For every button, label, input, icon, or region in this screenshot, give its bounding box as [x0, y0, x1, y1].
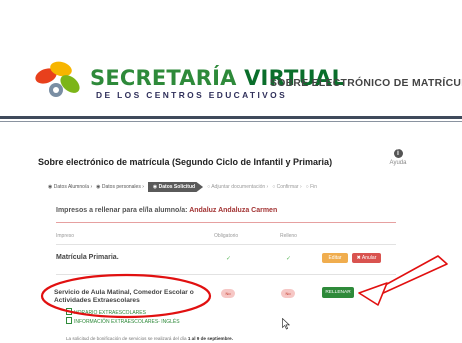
page-title: Sobre electrónico de matrícula (Segundo … — [38, 157, 333, 167]
footnote: La solicitud de bonificación de servicio… — [66, 336, 233, 341]
row-servicios-label: Servicio de Aula Matinal, Comedor Escola… — [54, 289, 194, 304]
step-label: Datos personales — [101, 184, 141, 190]
step-label: Confirmar — [276, 184, 299, 190]
step-datos-solicitud[interactable]: ◉ Datos Solicitud — [147, 182, 204, 192]
step-datos-personales[interactable]: ◉ Datos personales › — [96, 184, 144, 190]
column-header-relleno: Relleno — [280, 233, 297, 239]
header-title: SOBRE ELECTRÓNICO DE MATRÍCULA — [270, 78, 462, 89]
row-divider — [56, 274, 396, 275]
cancel-button[interactable]: ✖ Anular — [352, 253, 381, 263]
info-icon: i — [393, 149, 403, 158]
row-matricula-label: Matrícula Primaria. — [56, 254, 119, 261]
section-divider — [56, 222, 396, 223]
help-label: Ayuda — [389, 160, 407, 166]
relleno-no-badge: No — [281, 289, 295, 298]
column-header-impreso: Impreso — [56, 233, 75, 239]
footnote-dates: 1 al 9 de septiembre. — [187, 336, 234, 341]
wizard-steps: ◉ Datos Alumno/a › ◉ Datos personales › … — [48, 182, 321, 192]
document-links: HORARIO EXTRAESCOLARES INFORMACIÓN EXTRA… — [66, 308, 180, 326]
relleno-check-icon: ✓ — [286, 256, 292, 262]
doc-link-horario[interactable]: HORARIO EXTRAESCOLARES — [66, 308, 180, 317]
obligatorio-check-icon: ✓ — [226, 256, 232, 262]
student-prefix: Impresos a rellenar para el/la alumno/a: — [56, 207, 188, 214]
document-icon — [66, 317, 72, 324]
mouse-cursor-icon — [282, 318, 290, 330]
step-confirmar: ○ Confirmar › — [272, 184, 302, 190]
step-label: Fin — [310, 184, 318, 190]
footnote-text: La solicitud de bonificación de servicio… — [66, 336, 187, 341]
rellenar-button[interactable]: RELLENAR — [322, 287, 354, 298]
step-label: Adjuntar documentación — [211, 184, 266, 190]
header-divider — [0, 116, 462, 119]
student-line: Impresos a rellenar para el/la alumno/a:… — [56, 207, 277, 214]
logo-title-secretaria: SECRETARÍA — [90, 66, 237, 90]
step-label: Datos Solicitud — [158, 184, 196, 190]
step-label: Datos Alumno/a — [53, 184, 90, 190]
doc-link-label: INFORMACIÓN EXTRAESCOLARES- INGLÉS — [74, 319, 180, 325]
header-divider-thin — [0, 121, 462, 122]
obligatorio-no-badge: No — [221, 289, 235, 298]
secretaria-virtual-logo-icon — [35, 61, 80, 97]
help-button[interactable]: i Ayuda — [383, 149, 413, 166]
logo-subtitle: DE LOS CENTROS EDUCATIVOS — [96, 90, 288, 100]
edit-button[interactable]: Editar — [322, 253, 348, 263]
doc-link-informacion[interactable]: INFORMACIÓN EXTRAESCOLARES- INGLÉS — [66, 317, 180, 326]
step-datos-alumno[interactable]: ◉ Datos Alumno/a › — [48, 184, 92, 190]
step-fin: ○ Fin — [305, 184, 318, 190]
doc-link-label: HORARIO EXTRAESCOLARES — [74, 310, 146, 316]
student-name: Andaluz Andaluza Carmen — [189, 207, 278, 214]
column-header-obligatorio: Obligatorio — [214, 233, 239, 239]
annotation-arrow-icon — [358, 255, 448, 306]
document-icon — [66, 308, 72, 315]
row-divider — [56, 244, 396, 245]
step-adjuntar-documentacion: ○ Adjuntar documentación › — [207, 184, 269, 190]
